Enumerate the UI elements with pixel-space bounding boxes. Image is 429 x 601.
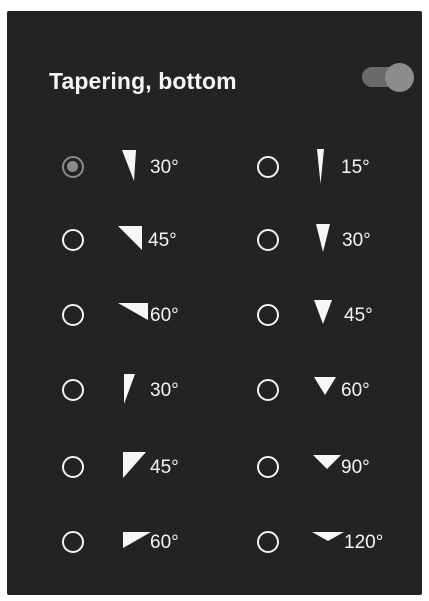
radio-button xyxy=(257,156,279,178)
option-right-120-symmetric[interactable]: 120° xyxy=(257,523,412,563)
option-right-30-symmetric[interactable]: 30° xyxy=(257,221,407,261)
option-label: 60° xyxy=(341,380,370,401)
option-label: 45° xyxy=(150,457,179,478)
panel-title: Tapering, bottom xyxy=(49,68,237,94)
option-label: 60° xyxy=(150,305,179,326)
radio-button xyxy=(62,531,84,553)
option-label: 30° xyxy=(342,230,371,251)
radio-button xyxy=(257,304,279,326)
tapering-panel: Tapering, bottom 30° 45° 60° 30° 45° 60°… xyxy=(7,11,422,595)
tapering-toggle[interactable] xyxy=(359,63,415,92)
option-label: 15° xyxy=(341,157,370,178)
radio-button xyxy=(62,304,84,326)
radio-button xyxy=(257,379,279,401)
option-right-45-symmetric[interactable]: 45° xyxy=(257,296,407,336)
option-left-60-horizontal[interactable]: 60° xyxy=(62,296,202,336)
radio-button xyxy=(257,229,279,251)
toggle-knob xyxy=(385,63,414,92)
option-right-90-symmetric[interactable]: 90° xyxy=(257,448,407,488)
option-left-45-diagonal[interactable]: 45° xyxy=(62,221,202,261)
option-label: 30° xyxy=(150,157,179,178)
option-right-15-symmetric[interactable]: 15° xyxy=(257,148,407,188)
option-label: 30° xyxy=(150,380,179,401)
radio-button xyxy=(257,456,279,478)
option-left-30-vertical-left[interactable]: 30° xyxy=(62,371,202,411)
option-left-30-vertical[interactable]: 30° xyxy=(62,148,202,188)
radio-button xyxy=(62,229,84,251)
option-label: 45° xyxy=(344,305,373,326)
option-label: 120° xyxy=(344,532,384,553)
option-label: 90° xyxy=(341,457,370,478)
radio-button-selected xyxy=(62,156,84,178)
option-left-60-horizontal-left[interactable]: 60° xyxy=(62,523,202,563)
radio-button xyxy=(62,379,84,401)
option-label: 60° xyxy=(150,532,179,553)
option-label: 45° xyxy=(148,230,177,251)
option-left-45-diagonal-left[interactable]: 45° xyxy=(62,448,202,488)
radio-button xyxy=(257,531,279,553)
option-right-60-symmetric[interactable]: 60° xyxy=(257,371,407,411)
radio-button xyxy=(62,456,84,478)
